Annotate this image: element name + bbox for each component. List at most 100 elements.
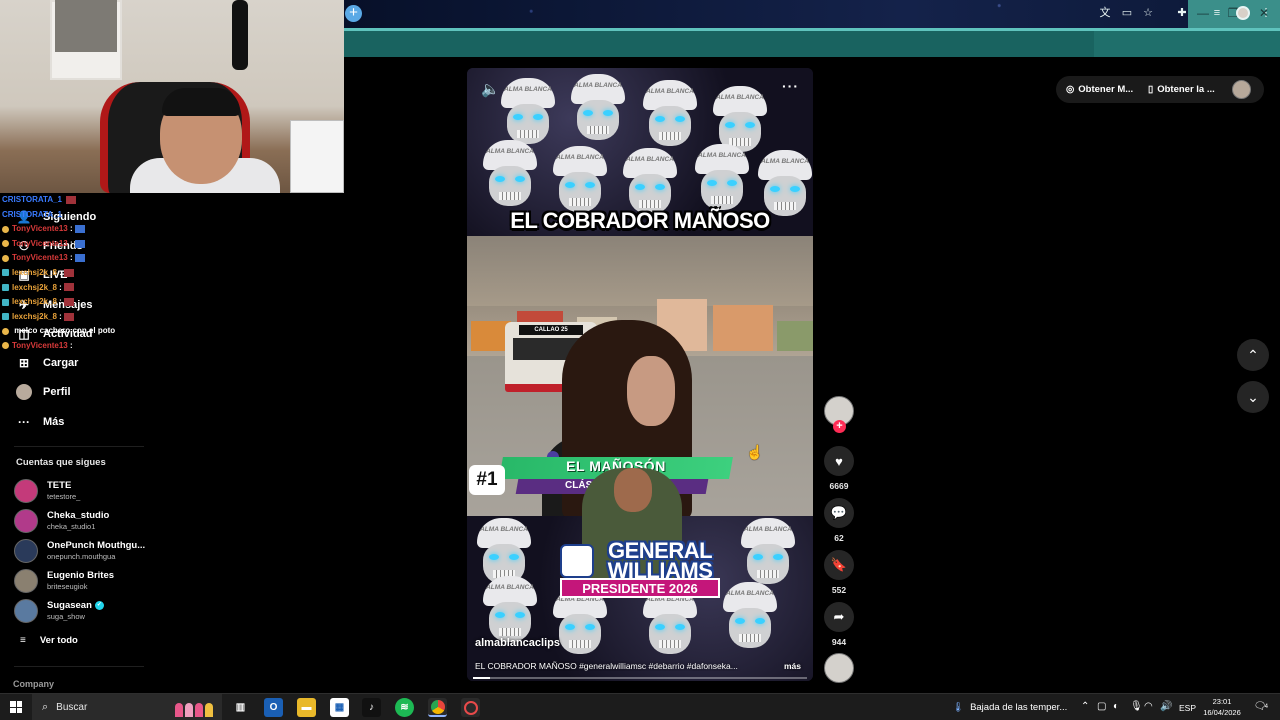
account-name: Cheka_studio (47, 510, 110, 521)
hand-cursor-icon: ☝ (746, 444, 764, 460)
outlook-icon[interactable]: O (264, 698, 283, 717)
spotify-icon[interactable]: ≋ (395, 698, 414, 717)
emote-icon (66, 195, 77, 204)
next-video-button[interactable]: ⌄ (1237, 381, 1269, 413)
speaker-icon[interactable]: 🔊 (1160, 701, 1172, 712)
account-handle: cheka_studio1 (47, 522, 96, 531)
account-name: Eugenio Brites (47, 570, 115, 581)
tray-app-icon[interactable]: ▢ (1097, 701, 1106, 712)
browser-titlebar (344, 0, 1280, 28)
video-player[interactable]: ALMA BLANCA ALMA BLANCA ALMA BLANCA ALMA BL… (467, 68, 813, 681)
webcam-furniture (290, 120, 344, 193)
video-author[interactable]: almablancaclips (475, 637, 560, 649)
chat-message: lexchsj2k_8 : (2, 295, 302, 310)
address-bar[interactable] (344, 28, 1280, 57)
get-app-button-1[interactable]: ◎ Obtener M... (1066, 76, 1133, 103)
microphone-icon[interactable]: 🎙 (1130, 701, 1143, 712)
video-rank-badge: #1 (469, 465, 505, 495)
tiktok-icon[interactable]: ♪ (362, 698, 381, 717)
video-progress-bar[interactable] (473, 677, 807, 679)
music-disc-avatar[interactable] (824, 653, 854, 683)
profile-avatar[interactable] (1236, 6, 1250, 20)
profile-icon (16, 384, 32, 400)
volume-icon[interactable]: 🔈 (481, 80, 500, 98)
chat-username: TonyVicente13 (12, 253, 68, 263)
file-explorer-icon[interactable]: ▬ (297, 698, 316, 717)
bus-sign: CALLAO 25 (519, 325, 583, 335)
nav-label: Cargar (43, 357, 79, 369)
windows-start-icon[interactable] (10, 701, 22, 713)
store-icon[interactable]: ▦ (330, 698, 349, 717)
account-handle: tetestore_ (47, 492, 81, 501)
get-app-button-2[interactable]: ▯ Obtener la ... (1148, 76, 1215, 103)
account-avatar (14, 539, 38, 563)
company-link[interactable]: Company (13, 679, 54, 689)
chrome-icon[interactable] (428, 698, 447, 717)
tray-expand-icon[interactable]: ⌃ (1081, 701, 1089, 712)
sub-badge-icon (2, 254, 9, 262)
chat-username: TonyVicente13 (12, 224, 68, 234)
weather-widget[interactable]: 🌡 Bajada de las temper... (952, 694, 1067, 720)
chat-message: lexchsj2k_8 : (2, 266, 302, 281)
comment-count: 62 (834, 533, 844, 543)
wifi-icon[interactable]: ◠ (1144, 701, 1153, 712)
clock-date: 16/04/2026 (1203, 708, 1241, 717)
translate-icon[interactable]: 文 (1098, 6, 1112, 20)
media-icon[interactable]: ≡ (1210, 6, 1224, 20)
nav-perfil[interactable]: Perfil (16, 381, 71, 403)
tray-network-icon[interactable]: ◐ (1113, 701, 1119, 712)
comment-button[interactable]: 💬 (824, 498, 854, 528)
star-icon[interactable]: ☆ (1141, 6, 1155, 20)
user-avatar[interactable] (1232, 80, 1251, 99)
nav-cargar[interactable]: ⊞ Cargar (16, 352, 79, 374)
following-account[interactable]: TETE tetestore_ (14, 478, 164, 504)
following-account[interactable]: OnePunch Mouthgu... onepunch.mouthgua (14, 538, 164, 564)
taskbar-clock[interactable]: 23:01 16/04/2026 (1196, 696, 1248, 718)
following-account[interactable]: Eugenio Brites briteseugiok (14, 568, 164, 594)
video-general-tagline: PRESIDENTE 2026 (560, 578, 720, 598)
following-account[interactable]: Cheka_studio cheka_studio1 (14, 508, 164, 534)
notification-center-icon[interactable]: 🗨 4 (1252, 699, 1268, 715)
share-button[interactable]: ➦ (824, 602, 854, 632)
extensions-icon[interactable]: ✚ (1175, 6, 1189, 20)
chat-text: : (59, 311, 62, 321)
chat-text: melco cachero con el poto (14, 326, 116, 336)
chat-message: CRISTORATA_1 (2, 208, 302, 223)
more-options-icon[interactable]: ··· (782, 78, 799, 94)
video-caption: EL COBRADOR MAÑOSO #generalwilliamsc #de… (475, 661, 805, 671)
tulips-icon[interactable] (175, 699, 219, 717)
chevron-down-icon: ⌄ (1247, 388, 1259, 405)
chat-text: : (59, 297, 62, 307)
chat-text: : (69, 340, 73, 350)
previous-video-button[interactable]: ⌃ (1237, 339, 1269, 371)
skull-cap-graphic: ALMA BLANCA (637, 588, 703, 660)
video-progress-fill (473, 677, 490, 679)
see-all-link[interactable]: ≡ Ver todo (20, 635, 78, 646)
follow-plus-button[interactable]: + (833, 420, 846, 433)
search-placeholder: Buscar (56, 702, 88, 713)
menu-icon[interactable]: ⋮ (1259, 6, 1273, 20)
video-general-face (614, 468, 652, 512)
skull-cap-graphic: ALMA BLANCA (565, 74, 631, 146)
obs-icon[interactable] (461, 698, 480, 717)
following-account[interactable]: Sugasean ✓ suga_show (14, 598, 164, 624)
chat-message: TonyVicente13 : (2, 251, 302, 266)
like-button[interactable]: ♥ (824, 446, 854, 476)
url-field[interactable] (344, 31, 1094, 57)
save-button[interactable]: 🔖 (824, 550, 854, 580)
chat-message: TonyVicente13 : (2, 237, 302, 252)
caption-more-link[interactable]: más (784, 661, 801, 671)
webcam-window (55, 0, 117, 52)
cast-icon[interactable]: ▭ (1120, 6, 1134, 20)
webcam-overlay (0, 0, 344, 193)
skull-cap-graphic: ALMA BLANCA (689, 144, 755, 216)
app-icon: ◎ (1066, 84, 1075, 95)
see-all-label: Ver todo (39, 635, 78, 646)
nav-mas[interactable]: ··· Más (16, 411, 64, 433)
sidebar-divider (14, 446, 144, 447)
like-count: 6669 (829, 481, 849, 491)
account-avatar (14, 479, 38, 503)
new-tab-button[interactable]: + (345, 5, 362, 22)
task-view-icon[interactable]: ▥ (231, 698, 250, 717)
language-indicator[interactable]: ESP (1179, 694, 1196, 720)
